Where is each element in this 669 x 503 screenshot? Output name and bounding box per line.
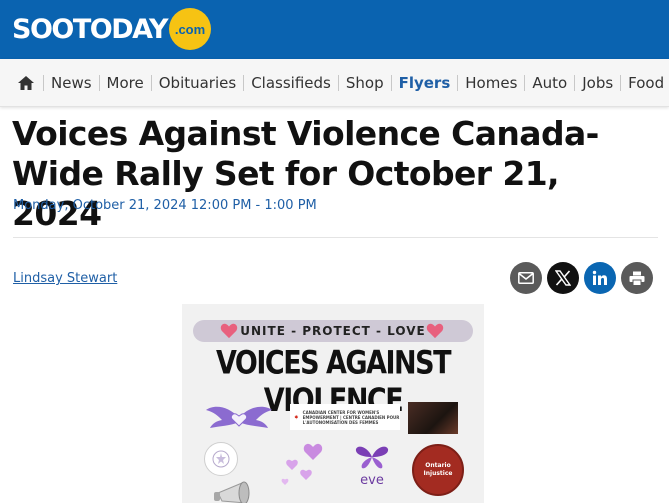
portrait-photo <box>408 402 458 434</box>
logo-suffix: .com <box>174 21 206 37</box>
site-logo[interactable]: SOOTODAY .com <box>12 8 211 50</box>
ccwe-text: CANADIAN CENTER FOR WOMEN'S EMPOWERMENT … <box>302 409 400 425</box>
nav-item-auto[interactable]: Auto <box>524 74 574 91</box>
butterfly-icon <box>355 446 389 469</box>
nav-item-more[interactable]: More <box>98 74 151 91</box>
linkedin-icon <box>592 270 607 285</box>
circle-logo <box>204 442 238 476</box>
nav-item-classifieds[interactable]: Classifieds <box>243 74 338 91</box>
eve-text: eve <box>360 473 384 488</box>
maple-leaf-icon <box>294 414 299 420</box>
email-icon <box>518 272 534 284</box>
home-icon[interactable] <box>17 74 35 92</box>
email-share-button[interactable] <box>510 262 542 294</box>
x-share-button[interactable] <box>547 262 579 294</box>
print-icon <box>629 271 645 286</box>
nav-item-obituaries[interactable]: Obituaries <box>150 74 243 91</box>
nav-item-news[interactable]: News <box>43 74 99 91</box>
main-nav: News More Obituaries Classifieds Shop Fl… <box>0 59 669 107</box>
megaphone-icon <box>214 481 250 503</box>
logo-badge: .com <box>169 8 211 50</box>
nav-item-jobs[interactable]: Jobs <box>574 74 620 91</box>
x-icon <box>555 270 571 286</box>
nav-item-flyers[interactable]: Flyers <box>390 74 458 91</box>
divider <box>13 237 658 238</box>
circle-logo-icon <box>212 450 230 468</box>
event-poster: UNITE - PROTECT - LOVE VOICES AGAINST VI… <box>182 304 484 503</box>
nav-item-homes[interactable]: Homes <box>457 74 524 91</box>
nav-item-shop[interactable]: Shop <box>337 74 391 91</box>
linkedin-share-button[interactable] <box>584 262 616 294</box>
floating-hearts-icon <box>281 443 323 485</box>
print-button[interactable] <box>621 262 653 294</box>
ontario-injustice-logo: Ontario Injustice <box>412 444 464 496</box>
event-datetime: Monday, October 21, 2024 12:00 PM - 1:00… <box>13 198 317 213</box>
ccwe-logo: CANADIAN CENTER FOR WOMEN'S EMPOWERMENT … <box>290 404 400 430</box>
heart-icon <box>220 323 238 339</box>
author-link[interactable]: Lindsay Stewart <box>13 271 117 286</box>
poster-tagline: UNITE - PROTECT - LOVE <box>240 324 426 338</box>
article-title: Voices Against Violence Canada-Wide Rall… <box>12 114 599 233</box>
eve-logo: eve <box>350 444 394 488</box>
heart-icon <box>426 323 444 339</box>
ontario-injustice-text: Ontario Injustice <box>423 462 453 477</box>
logo-text: SOOTODAY <box>12 13 169 45</box>
site-header: SOOTODAY .com <box>0 0 669 59</box>
nav-item-food[interactable]: Food <box>620 74 669 91</box>
wings-logo-icon <box>206 406 272 428</box>
